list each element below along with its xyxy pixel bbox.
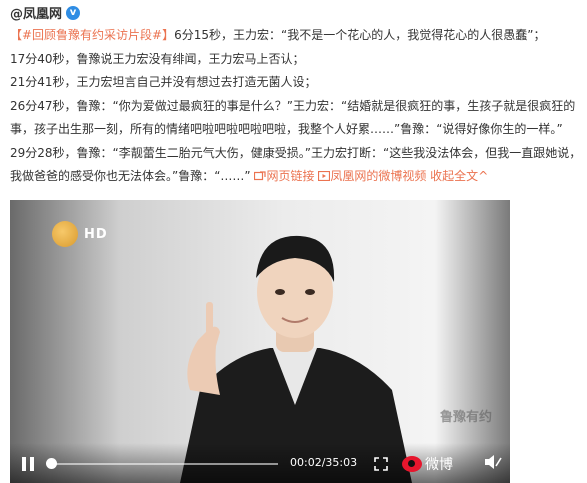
post-line: 26分47秒，鲁豫：“你为爱做过最疯狂的事是什么？”王力宏：“结婚就是很疯狂的事… bbox=[10, 98, 576, 113]
post-line: 事，孩子出生那一刻，所有的情绪吧啦吧啦吧啦吧啦，我整个人好累……”鲁豫：“说得好… bbox=[10, 122, 563, 136]
fullscreen-icon[interactable] bbox=[374, 457, 388, 471]
author-name[interactable]: @凤凰网 bbox=[10, 3, 62, 22]
time-display: 00:02/35:03 bbox=[290, 456, 358, 469]
web-link-label[interactable]: 网页链接 bbox=[266, 169, 314, 183]
video-controls: 00:02/35:03 微博 bbox=[10, 443, 510, 483]
collapse-arrow-icon: ^ bbox=[478, 169, 489, 183]
verified-badge-icon: v bbox=[66, 5, 81, 20]
post-line: 我做爸爸的感受你也无法体会。”鲁豫：“……” 网页链接 凤凰网的微博视频 收起全… bbox=[10, 165, 582, 189]
weibo-label: 微博 bbox=[425, 457, 453, 473]
collapse-link[interactable]: 收起全文^ bbox=[430, 169, 488, 183]
post-line: 【#回顾鲁豫有约采访片段#】6分15秒，王力宏：“我不是一个花心的人，我觉得花心… bbox=[10, 24, 582, 48]
video-link-label[interactable]: 凤凰网的微博视频 bbox=[330, 169, 426, 183]
weibo-brand[interactable]: 微博 bbox=[402, 454, 453, 474]
collapse-label[interactable]: 收起全文 bbox=[430, 169, 478, 183]
weibo-post-card: @凤凰网 v 【#回顾鲁豫有约采访片段#】6分15秒，王力宏：“我不是一个花心的… bbox=[0, 0, 587, 483]
progress-track[interactable] bbox=[48, 463, 278, 465]
phoenix-logo-icon bbox=[52, 221, 78, 247]
progress-knob[interactable] bbox=[46, 458, 57, 469]
mute-icon[interactable] bbox=[484, 454, 502, 474]
program-watermark: 鲁豫有约 bbox=[439, 410, 492, 425]
video-icon bbox=[318, 170, 331, 182]
web-link[interactable]: 网页链接 bbox=[254, 169, 318, 183]
post-line-text: 6分15秒，王力宏：“我不是一个花心的人，我觉得花心的人很愚蠢”； bbox=[174, 28, 546, 42]
post-line: 29分28秒，鲁豫：“李靓蕾生二胎元气大伤，健康受损。”王力宏打断：“这些我没法… bbox=[10, 145, 582, 160]
post-author[interactable]: @凤凰网 v bbox=[10, 3, 81, 22]
video-player[interactable]: HD 鲁豫有约 00:02/35:03 微博 bbox=[10, 200, 510, 483]
topic-hashtag-link[interactable]: 【#回顾鲁豫有约采访片段#】 bbox=[10, 28, 174, 42]
pause-icon[interactable] bbox=[22, 457, 34, 471]
link-icon bbox=[254, 171, 267, 181]
video-link[interactable]: 凤凰网的微博视频 bbox=[318, 169, 430, 183]
post-line-text: 我做爸爸的感受你也无法体会。”鲁豫：“……” bbox=[10, 169, 251, 183]
channel-logo: HD bbox=[52, 221, 108, 247]
hd-label: HD bbox=[84, 226, 108, 242]
post-line: 21分41秒，王力宏坦言自己并没有想过去打造无菌人设； bbox=[10, 75, 317, 89]
post-text: 【#回顾鲁豫有约采访片段#】6分15秒，王力宏：“我不是一个花心的人，我觉得花心… bbox=[10, 24, 582, 189]
post-line: 17分40秒，鲁豫说王力宏没有绯闻，王力宏马上否认； bbox=[10, 51, 305, 66]
weibo-logo-icon bbox=[402, 456, 422, 472]
